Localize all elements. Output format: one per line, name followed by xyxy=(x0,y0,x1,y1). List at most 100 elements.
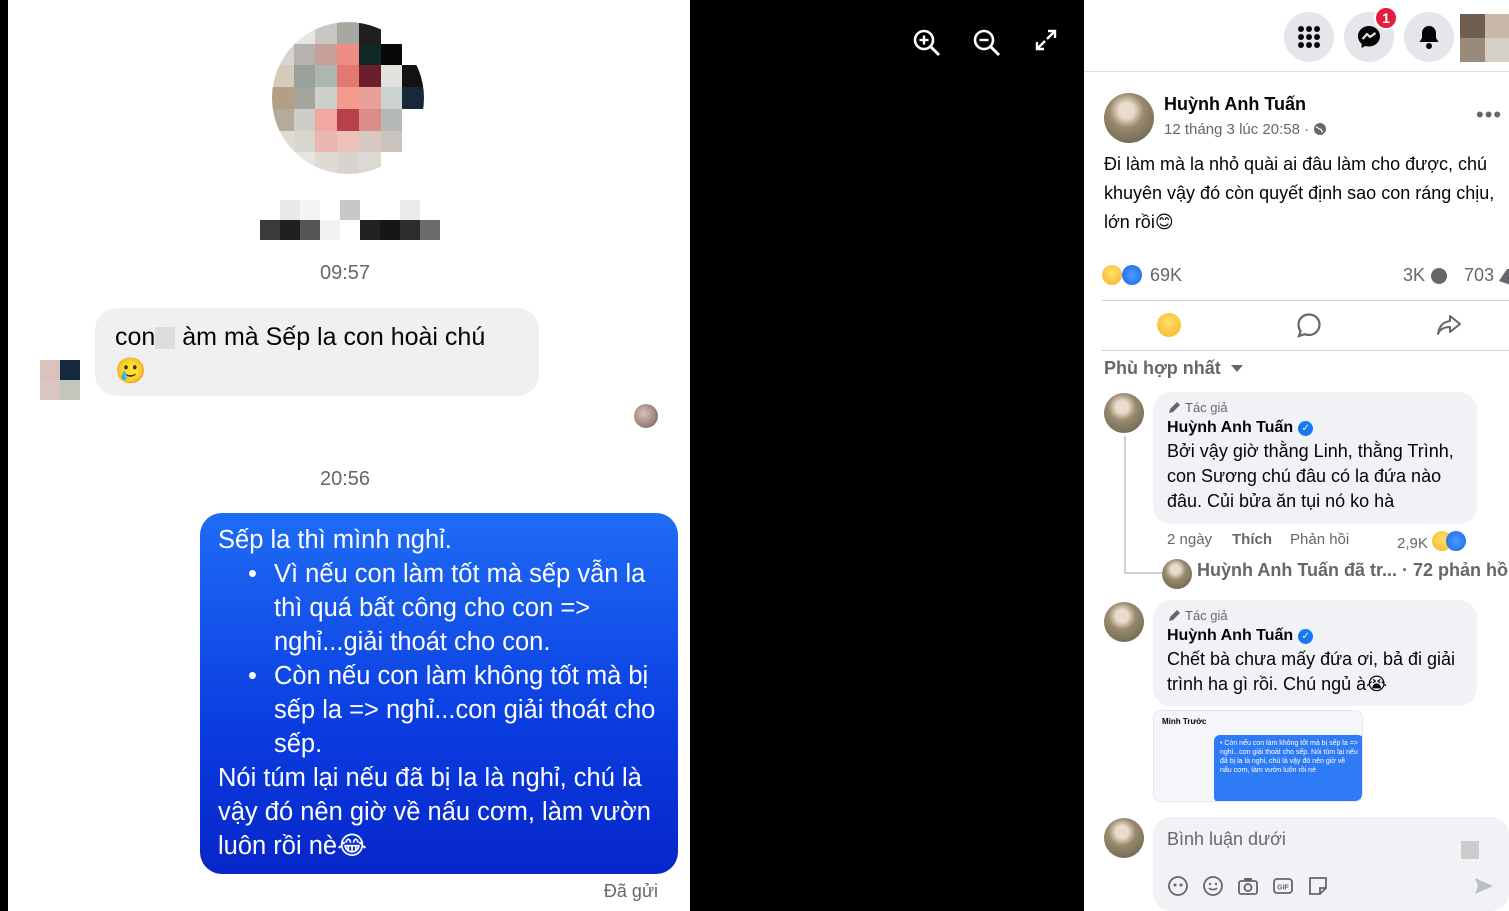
gif-icon[interactable]: GIF xyxy=(1272,875,1294,897)
share-icon xyxy=(1437,315,1461,335)
thumb-header: Minh Trước xyxy=(1162,717,1207,726)
comment-count-icon xyxy=(1431,268,1447,284)
messenger-button[interactable]: 1 xyxy=(1344,6,1398,62)
facebook-panel: 1 Huỳnh Anh Tuấn 12 tháng 3 lúc 20:58 · … xyxy=(1084,0,1509,911)
composer-avatar[interactable] xyxy=(1104,818,1144,858)
post-meta: 12 tháng 3 lúc 20:58 · xyxy=(1164,121,1327,138)
incoming-text-b: àm mà Sếp la con hoài chú xyxy=(182,323,486,351)
sticker-icon[interactable] xyxy=(1307,875,1329,897)
caret-down-icon xyxy=(1230,365,1243,372)
camera-icon[interactable] xyxy=(1237,875,1259,897)
messenger-icon xyxy=(1358,26,1380,48)
comment-1-author[interactable]: Huỳnh Anh Tuấn ✓ xyxy=(1167,419,1463,437)
post-time[interactable]: 12 tháng 3 lúc 20:58 · xyxy=(1164,121,1309,138)
pixelated-avatar xyxy=(272,22,424,174)
comment-1-age[interactable]: 2 ngày xyxy=(1167,531,1212,548)
composer-placeholder: Bình luận dưới xyxy=(1167,829,1286,849)
author-tag-1: Tác giả xyxy=(1167,400,1463,415)
comment-composer[interactable]: Bình luận dưới GIF xyxy=(1153,817,1509,911)
reaction-count[interactable]: 69K xyxy=(1150,265,1182,286)
share-count[interactable]: 703 xyxy=(1464,265,1494,286)
author-tag-2: Tác giả xyxy=(1167,608,1463,623)
like-reaction-icon xyxy=(1446,531,1467,551)
verified-icon: ✓ xyxy=(1298,420,1314,436)
divider-bottom xyxy=(1102,350,1509,351)
view-replies-link[interactable]: Huỳnh Anh Tuấn đã tr... · 72 phản hồ xyxy=(1197,560,1508,581)
laughing-emoji-icon: 😂 xyxy=(337,832,367,860)
sent-status: Đã gửi xyxy=(603,881,658,901)
reaction-summary: 69K 3K 703 xyxy=(1102,262,1509,290)
comment-count[interactable]: 3K xyxy=(1403,265,1425,286)
messenger-badge: 1 xyxy=(1374,6,1398,30)
incoming-message: con àm mà Sếp la con hoài chú 🥲 xyxy=(95,308,539,396)
comment-1-avatar[interactable] xyxy=(1104,393,1144,433)
globe-icon xyxy=(1314,123,1327,135)
comment-2-text: Chết bà chưa mấy đứa ơi, bả đi giải trìn… xyxy=(1167,647,1463,697)
outgoing-bullet-1: Vì nếu con làm tốt mà sếp vẫn la thì quá… xyxy=(218,557,660,659)
pen-icon xyxy=(1169,401,1180,413)
avatar-sticker-icon[interactable] xyxy=(1167,875,1189,897)
haha-icon xyxy=(1157,313,1181,337)
post-author[interactable]: Huỳnh Anh Tuấn xyxy=(1164,94,1306,115)
menu-grid-button[interactable] xyxy=(1284,12,1334,62)
comment-1-text: Bởi vậy giờ thằng Linh, thằng Trình, con… xyxy=(1167,441,1454,511)
sort-label: Phù hợp nhất xyxy=(1104,358,1221,378)
seen-avatar xyxy=(634,404,658,428)
chat-screenshot: 09:57 con àm mà Sếp la con hoài chú 🥲 20… xyxy=(0,0,690,911)
outgoing-line-1: Sếp la thì mình nghỉ. xyxy=(218,526,452,554)
react-button[interactable] xyxy=(1139,308,1199,342)
thread-line-1 xyxy=(1124,436,1126,574)
photo-viewer xyxy=(690,0,1084,911)
comment-2-image[interactable]: Minh Trước • Còn nếu con làm không tốt m… xyxy=(1153,710,1363,802)
comment-1-like-button[interactable]: Thích xyxy=(1232,531,1272,548)
bell-icon xyxy=(1419,26,1439,49)
like-reaction-icon xyxy=(1122,265,1142,285)
comment-1-react-count-label: 2,9K xyxy=(1397,535,1428,552)
sender-avatar xyxy=(40,360,80,400)
timestamp-2: 20:56 xyxy=(319,468,371,490)
verified-icon: ✓ xyxy=(1298,628,1314,644)
outgoing-message: Sếp la thì mình nghỉ. Vì nếu con làm tốt… xyxy=(200,513,678,874)
thread-line-1-branch xyxy=(1124,572,1162,574)
thumb-blue-message: • Còn nếu con làm không tốt mà bị sếp la… xyxy=(1214,735,1362,801)
comment-2-body: Chết bà chưa mấy đứa ơi, bả đi giải trìn… xyxy=(1167,649,1456,694)
comment-1-author-name: Huỳnh Anh Tuấn xyxy=(1167,419,1294,436)
share-button[interactable] xyxy=(1419,308,1479,342)
comment-1-reply-button[interactable]: Phản hồi xyxy=(1290,531,1349,548)
comment-2-avatar[interactable] xyxy=(1104,602,1144,642)
left-edge xyxy=(0,0,8,911)
haha-reaction-icon xyxy=(1102,265,1122,285)
redacted-block xyxy=(1461,841,1479,859)
account-avatar[interactable] xyxy=(1460,14,1509,62)
comment-2-bubble: Tác giả Huỳnh Anh Tuấn ✓ Chết bà chưa mấ… xyxy=(1153,600,1477,706)
top-bar: 1 xyxy=(1084,0,1509,72)
fullscreen-icon[interactable] xyxy=(1034,28,1064,58)
sort-dropdown[interactable]: Phù hợp nhất xyxy=(1104,358,1244,379)
smile-emoji-icon: 😊 xyxy=(1154,212,1174,232)
send-icon[interactable] xyxy=(1473,875,1495,897)
crying-emoji-icon: 😭 xyxy=(1366,674,1388,694)
replies-avatar xyxy=(1162,559,1192,589)
comment-1-react-count[interactable]: 2,9K xyxy=(1397,531,1467,552)
zoom-out-icon[interactable] xyxy=(972,28,1002,58)
author-tag-label-1: Tác giả xyxy=(1185,400,1228,415)
outgoing-closing-text: Nói túm lại nếu đã bị la là nghỉ, chú là… xyxy=(218,764,651,860)
pixelated-name xyxy=(260,200,440,240)
comment-1-bubble: Tác giả Huỳnh Anh Tuấn ✓ Bởi vậy giờ thằ… xyxy=(1153,392,1477,524)
redacted-word xyxy=(155,327,176,350)
author-tag-label-2: Tác giả xyxy=(1185,608,1228,623)
notifications-button[interactable] xyxy=(1404,12,1454,62)
comment-2-author-name: Huỳnh Anh Tuấn xyxy=(1167,627,1294,644)
comment-2-author[interactable]: Huỳnh Anh Tuấn ✓ xyxy=(1167,627,1463,645)
grid-icon xyxy=(1298,26,1320,48)
crying-emoji-icon: 🥲 xyxy=(115,357,147,385)
outgoing-bullet-2: Còn nếu con làm không tốt mà bị sếp la =… xyxy=(218,659,660,761)
emoji-icon[interactable] xyxy=(1202,875,1224,897)
author-avatar[interactable] xyxy=(1104,93,1154,143)
comment-button[interactable] xyxy=(1279,308,1339,342)
pen-icon xyxy=(1169,609,1180,621)
post-text: Đi làm mà la nhỏ quài ai đâu làm cho đượ… xyxy=(1104,150,1509,237)
more-options-button[interactable]: ••• xyxy=(1476,102,1502,128)
zoom-in-icon[interactable] xyxy=(912,28,942,58)
divider-top xyxy=(1102,300,1509,301)
